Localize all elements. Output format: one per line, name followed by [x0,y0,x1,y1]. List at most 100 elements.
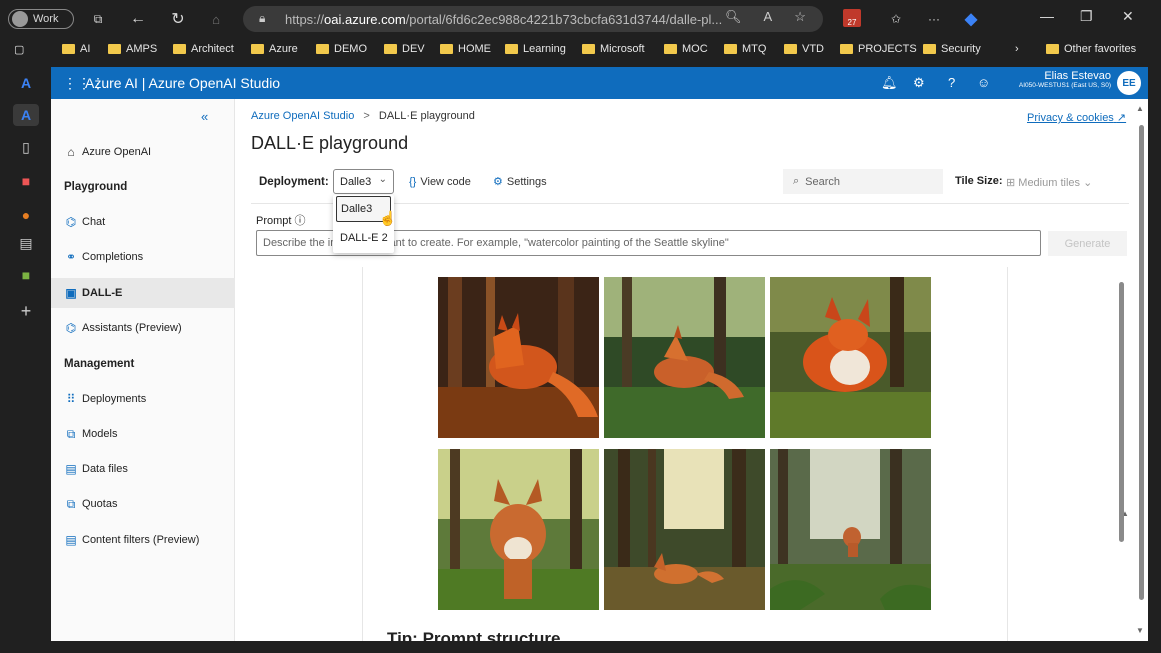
profile-button[interactable]: Work [8,9,74,29]
favorite-architect[interactable]: Architect [173,43,234,55]
home-icon[interactable]: ⌂ [206,9,226,29]
favorite-security[interactable]: Security [923,43,981,55]
tab-actions-icon[interactable]: ▢ [14,43,24,56]
nav-item-completions[interactable]: ⚭ Completions [64,242,234,272]
refresh-icon[interactable]: ↻ [168,9,188,29]
breadcrumb: Azure OpenAI Studio > DALL·E playground [251,110,475,122]
tile-size-select[interactable]: ⊞ Medium tiles ⌄ [1006,176,1092,189]
nav-label: Data files [82,463,128,475]
deployment-value: Dalle3 [340,175,372,188]
favorite-star-icon[interactable]: ☆ [794,9,806,25]
breadcrumb-link[interactable]: Azure OpenAI Studio [251,110,354,122]
page-scroll-up-icon[interactable]: ▲ [1136,104,1144,113]
nav-label: Completions [82,251,144,263]
favorite-home[interactable]: HOME [440,43,491,55]
microsoft-tab-icon[interactable]: ■ [13,264,39,286]
azure-openai-studio: ⋮⋮⋮ Azure AI | Azure OpenAI Studio 🔔︎ ⚙ … [51,67,1148,641]
bell-icon[interactable]: 🔔︎ [881,75,898,91]
favorite-ai[interactable]: AI [62,43,90,55]
generated-image-6[interactable] [770,449,931,610]
dropdown-option-dalle2[interactable]: DALL-E 2 [336,225,391,251]
collapse-nav-icon[interactable]: « [201,109,208,124]
generated-image-3[interactable] [770,277,931,438]
favorite-label: Azure [269,43,298,55]
page-scrollbar-thumb[interactable] [1139,125,1144,600]
notes-tab-icon[interactable]: ▤ [13,232,39,254]
active-tab-icon[interactable]: A [13,104,39,126]
nav-item-quotas[interactable]: ⧉ Quotas [64,489,234,519]
folder-icon [251,44,264,54]
back-icon[interactable]: ← [128,9,148,29]
nav-item-data-files[interactable]: ▤ Data files [64,454,234,484]
restore-icon[interactable]: ❐ [1080,8,1093,25]
avatar[interactable]: EE [1117,71,1141,95]
view-code-button[interactable]: {} View code [409,176,471,188]
nav-item-deployments[interactable]: ⠿ Deployments [64,384,234,414]
azure-tab-icon[interactable]: A [13,72,39,94]
favorite-amps[interactable]: AMPS [108,43,157,55]
generated-image-4[interactable] [438,449,599,610]
favorite-moc[interactable]: MOC [664,43,708,55]
favorite-demo[interactable]: DEMO [316,43,367,55]
new-tab-icon[interactable]: + [13,300,39,322]
folder-icon [582,44,595,54]
search-input[interactable]: ⌕ Search [783,169,943,194]
favorite-vtd[interactable]: VTD [784,43,824,55]
read-aloud-icon[interactable]: A [764,9,773,25]
calendar-extension-icon[interactable]: 27 [843,9,861,27]
deployment-select[interactable]: Dalle3 ⌄ [333,169,394,194]
favorite-mtq[interactable]: MTQ [724,43,766,55]
nav-item-content-filters[interactable]: ▤ Content filters (Preview) [64,525,234,555]
close-icon[interactable]: ✕ [1122,8,1134,25]
nav-label: Assistants (Preview) [82,322,182,334]
zoom-icon[interactable]: 🔍︎ [725,9,742,25]
document-tab-icon[interactable]: ▯ [13,136,39,158]
settings-button[interactable]: ⚙ Settings [493,175,547,188]
completions-icon: ⚭ [65,250,77,264]
copilot-icon[interactable]: ◆ [960,9,982,29]
office-tab-icon[interactable]: ■ [13,170,39,192]
nav-item-home[interactable]: ⌂ Azure OpenAI [64,137,234,167]
page-title: DALL·E playground [251,133,409,153]
info-icon[interactable]: ⓘ [295,215,306,227]
tile-size-value: Medium tiles [1018,177,1081,189]
favorite-learning[interactable]: Learning [505,43,566,55]
nav-item-models[interactable]: ⧉ Models [64,419,234,449]
favorite-projects[interactable]: PROJECTS [840,43,917,55]
privacy-label: Privacy & cookies [1027,112,1114,124]
favorite-azure[interactable]: Azure [251,43,298,55]
generate-button[interactable]: Generate [1048,231,1127,256]
generated-image-5[interactable] [604,449,765,610]
privacy-link[interactable]: Privacy & cookies ↗ [1027,111,1126,124]
generated-image-2[interactable] [604,277,765,438]
app-tab-icon[interactable]: ● [13,204,39,226]
prompt-label: Prompt ⓘ [256,212,306,228]
folder-icon [840,44,853,54]
favorite-label: MOC [682,43,708,55]
minimize-icon[interactable]: — [1040,8,1054,24]
nav-item-assistants[interactable]: ⌬ Assistants (Preview) [64,313,234,343]
nav-label: Content filters (Preview) [82,534,200,546]
chevron-right-icon[interactable]: › [1015,43,1019,55]
generated-image-1[interactable] [438,277,599,438]
feedback-icon[interactable]: ☺ [977,75,990,90]
favorites-icon[interactable]: ✩ [887,9,905,29]
favorite-microsoft[interactable]: Microsoft [582,43,645,55]
help-icon[interactable]: ? [948,75,955,90]
more-icon[interactable]: ··· [925,9,943,29]
favorite-label: Microsoft [600,43,645,55]
page-scroll-down-icon[interactable]: ▼ [1136,626,1144,635]
user-resource: AI050-WESTUS1 (East US, S0) [1018,82,1111,89]
folder-icon [505,44,518,54]
other-favorites[interactable]: Other favorites [1046,43,1136,55]
folder-icon [923,44,936,54]
gear-icon[interactable]: ⚙ [913,75,925,91]
nav-item-chat[interactable]: ⌬ Chat [64,207,234,237]
chevron-down-icon: ⌄ [1083,177,1093,189]
user-info[interactable]: Elias Estevao AI050-WESTUS1 (East US, S0… [1006,70,1111,89]
inner-scrollbar-thumb[interactable] [1119,282,1124,542]
workspaces-icon[interactable]: ⧉ [88,9,108,29]
favorite-dev[interactable]: DEV [384,43,425,55]
url-path: /portal/6fd6c2ec988c4221b73cbcfa631d3744… [405,11,723,27]
nav-item-dalle[interactable]: ▣ DALL-E [51,278,235,308]
